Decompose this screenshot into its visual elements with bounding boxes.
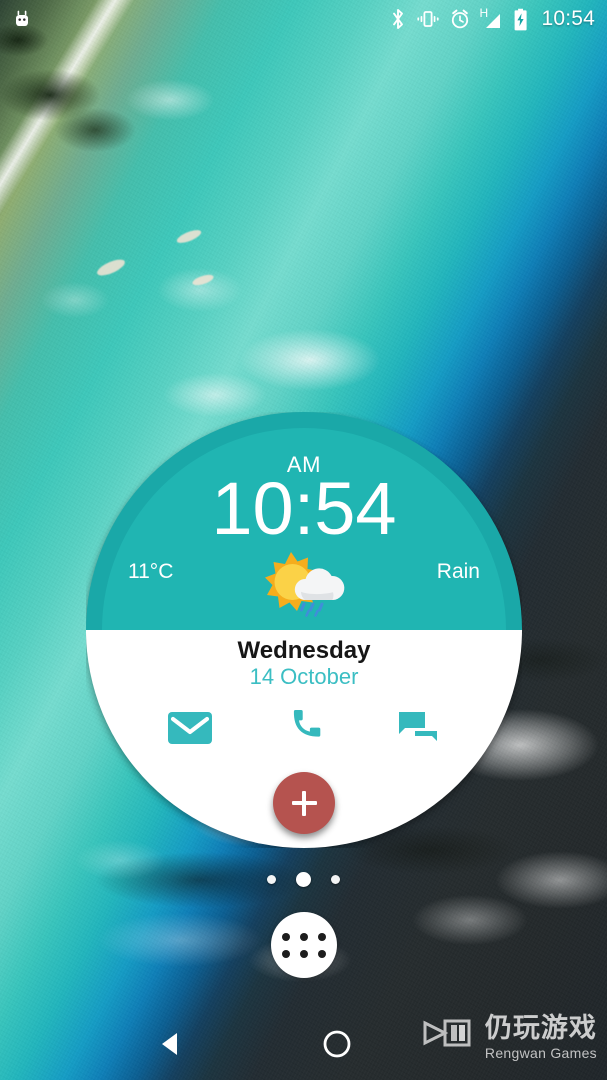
widget-shortcut-row [86,704,522,752]
android-head-icon [16,10,28,26]
back-triangle-icon [161,1033,177,1055]
vibrate-icon [417,11,440,27]
messages-shortcut[interactable] [394,704,442,752]
clock-weather-widget[interactable]: AM 10:54 11°C Rain Wednesday 14 October [86,412,522,848]
status-bar-clock: 10:54 [541,7,595,30]
alarm-icon [452,9,469,29]
page-dot-1[interactable] [267,875,276,884]
drawer-dot [317,932,326,941]
page-indicator [0,872,607,887]
app-drawer-button[interactable] [270,912,337,978]
status-bar-notifications [10,7,34,31]
drawer-dot [299,932,308,941]
bluetooth-icon [393,9,404,29]
battery-charging-icon [515,8,528,30]
phone-icon [293,710,321,737]
rain-drops [300,602,324,617]
page-dot-3[interactable] [331,875,340,884]
back-button[interactable] [121,1008,221,1080]
home-circle-icon [323,1030,350,1058]
plus-icon-vertical [302,790,306,816]
drawer-dot [281,949,290,958]
drawer-dot [299,949,308,958]
weather-temperature: 11°C [128,560,174,583]
drawer-dot [281,932,290,941]
drawer-dot [317,949,326,958]
status-bar-icons: H 10:54 [389,6,595,31]
status-bar: H 10:54 [0,0,607,38]
widget-clock-time[interactable]: 10:54 [86,470,522,548]
add-button[interactable] [273,772,335,834]
email-icon [168,712,212,744]
messages-icon [399,712,437,741]
android-home-screen: H 10:54 AM 10:54 11°C Rain Wednesday 14 … [0,0,607,1080]
email-shortcut[interactable] [166,704,214,752]
page-dot-2-active[interactable] [296,872,311,887]
navigation-bar [0,1008,607,1080]
signal-icon [486,14,501,28]
sun-cloud-rain-icon [265,552,345,617]
weather-condition: Rain [436,560,480,583]
widget-date: 14 October [249,664,359,689]
phone-shortcut[interactable] [280,704,328,752]
signal-strength-group: H [479,6,504,30]
widget-day-name: Wednesday [237,637,371,664]
home-button[interactable] [287,1008,387,1080]
